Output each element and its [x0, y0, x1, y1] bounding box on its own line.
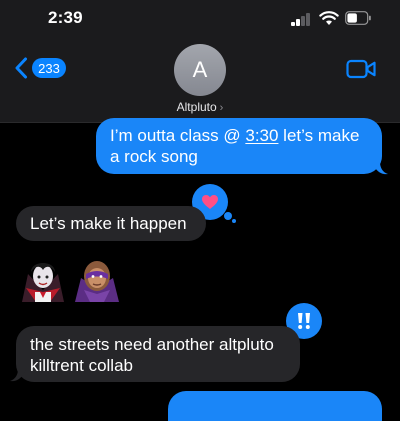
message-text-before: I’m outta class @ [110, 126, 246, 145]
chevron-right-icon: › [219, 102, 224, 114]
double-exclamation-icon [298, 313, 310, 329]
battery-icon [345, 11, 371, 25]
bubble-tail [10, 369, 26, 382]
incoming-message[interactable]: Let’s make it happen [16, 206, 206, 241]
incoming-emoji-message[interactable] [18, 254, 124, 306]
vampire-emoji [22, 263, 64, 302]
supervillain-emoji [75, 261, 119, 302]
outgoing-message[interactable]: I’m outta class @ 3:30 let’s make a rock… [96, 118, 382, 174]
incoming-message[interactable]: the streets need another altpluto killtr… [16, 326, 300, 382]
status-bar: 2:39 [0, 0, 400, 40]
wifi-icon [319, 11, 339, 25]
contact-avatar[interactable]: A [174, 44, 226, 96]
message-text: the streets need another altpluto killtr… [30, 335, 274, 375]
time-link[interactable]: 3:30 [245, 126, 278, 145]
bubble-tail [372, 162, 388, 175]
status-time: 2:39 [48, 8, 83, 27]
avatar-initial: A [192, 57, 208, 82]
unread-count-badge: 233 [32, 58, 66, 78]
video-call-icon[interactable] [346, 59, 376, 79]
outgoing-message[interactable] [168, 391, 382, 421]
back-chevron-icon [15, 57, 27, 79]
signal-icon [291, 12, 313, 26]
contact-name-button[interactable]: Altpluto › [0, 100, 400, 114]
contact-name: Altpluto [176, 100, 217, 114]
conversation-header: 233 A Altpluto › [0, 40, 400, 123]
heart-icon [202, 195, 218, 209]
back-button[interactable]: 233 [14, 55, 66, 81]
message-text: Let’s make it happen [30, 214, 187, 233]
